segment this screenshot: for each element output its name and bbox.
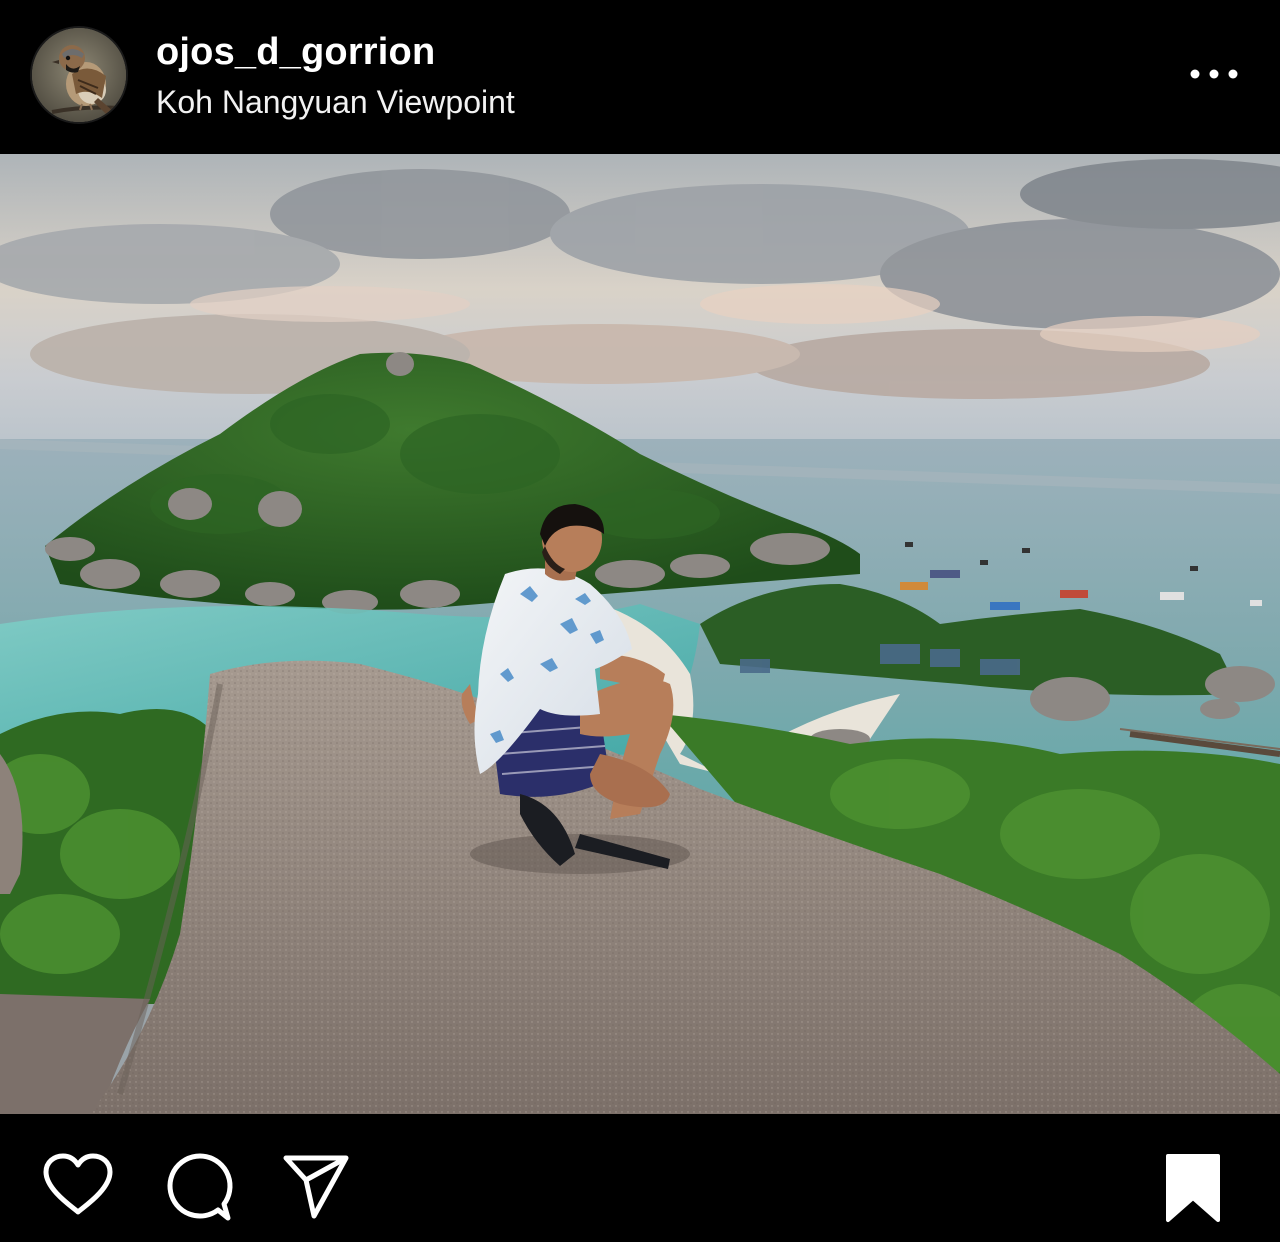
more-horizontal-icon <box>1190 69 1238 79</box>
like-button[interactable] <box>42 1152 114 1218</box>
share-button[interactable] <box>280 1150 352 1222</box>
sparrow-avatar-image <box>32 28 126 122</box>
comment-button[interactable] <box>160 1150 234 1224</box>
more-options-button[interactable] <box>1180 52 1250 96</box>
location-tag[interactable]: Koh Nangyuan Viewpoint <box>156 82 515 122</box>
paper-plane-icon <box>283 1155 349 1219</box>
comment-bubble-icon <box>167 1153 233 1221</box>
post-header: ojos_d_gorrion Koh Nangyuan Viewpoint <box>0 0 1280 154</box>
bookmark-filled-icon <box>1166 1154 1220 1222</box>
username[interactable]: ojos_d_gorrion <box>156 30 435 74</box>
action-bar <box>0 1114 1280 1242</box>
post-photo[interactable] <box>0 154 1280 1114</box>
viewpoint-photo-illustration <box>0 154 1280 1114</box>
heart-icon <box>43 1153 113 1215</box>
save-button[interactable] <box>1162 1152 1224 1224</box>
avatar[interactable] <box>32 28 126 122</box>
